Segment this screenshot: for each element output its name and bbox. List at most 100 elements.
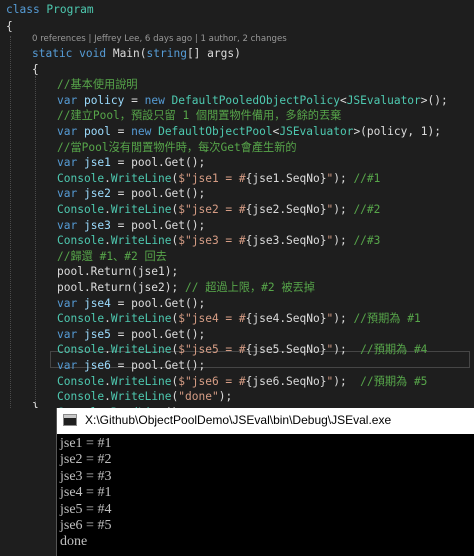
code-token: . bbox=[104, 343, 111, 357]
code-token: //當Pool沒有閒置物件時，每次Get會產生新的 bbox=[57, 140, 297, 154]
code-line[interactable]: //歸還 #1、#2 回去 bbox=[57, 249, 167, 265]
code-token: jse5 bbox=[83, 327, 111, 341]
code-token: //預期為 #1 bbox=[353, 312, 421, 326]
code-token: } bbox=[32, 401, 39, 408]
code-token: {jse5.SeqNo} bbox=[245, 343, 327, 357]
code-token: . bbox=[104, 171, 111, 185]
code-token: Console bbox=[57, 203, 105, 216]
code-token: pool bbox=[83, 125, 111, 138]
code-token: //預期為 #4 bbox=[360, 343, 428, 357]
code-token: class bbox=[6, 3, 47, 16]
code-token: < bbox=[339, 93, 347, 107]
code-token: $"jse6 = # bbox=[178, 374, 246, 388]
code-line[interactable]: var policy = new DefaultPooledObjectPoli… bbox=[57, 93, 448, 109]
code-token: var bbox=[57, 93, 84, 107]
code-line[interactable]: static void Main(string[] args) bbox=[32, 46, 241, 62]
code-token: . bbox=[104, 234, 111, 248]
code-line[interactable]: //基本使用說明 bbox=[57, 77, 138, 93]
code-token: pool.Return(jse1); bbox=[57, 265, 179, 279]
code-line[interactable]: { bbox=[6, 19, 13, 35]
code-token: Console bbox=[57, 374, 105, 388]
code-token: //歸還 #1、#2 回去 bbox=[57, 249, 167, 263]
code-token: new bbox=[144, 93, 172, 107]
codelens-info[interactable]: 0 references | Jeffrey Lee, 6 days ago |… bbox=[32, 32, 287, 46]
code-line[interactable]: var jse2 = pool.Get(); bbox=[57, 186, 205, 202]
code-token: [] args) bbox=[186, 47, 241, 60]
code-line[interactable]: Console.WriteLine($"jse5 = #{jse5.SeqNo}… bbox=[57, 342, 427, 358]
code-editor[interactable]: 0 references | Jeffrey Lee, 6 days ago |… bbox=[0, 0, 474, 408]
code-token: = pool.Get(); bbox=[110, 156, 206, 170]
code-token: var bbox=[57, 187, 84, 201]
code-line[interactable]: Console.WriteLine($"jse2 = #{jse2.SeqNo}… bbox=[57, 202, 380, 218]
code-token: . bbox=[104, 390, 111, 404]
code-token: . bbox=[104, 203, 111, 216]
code-token: $"jse3 = # bbox=[178, 234, 246, 248]
code-token: = pool.Get(); bbox=[110, 327, 206, 341]
code-line[interactable]: //建立Pool，預設只留 1 個閒置物件備用，多餘的丟棄 bbox=[57, 108, 341, 124]
code-token: Program bbox=[46, 3, 94, 16]
code-line[interactable]: var jse3 = pool.Get(); bbox=[57, 218, 205, 234]
code-line[interactable]: Console.WriteLine("done"); bbox=[57, 389, 232, 405]
code-token: >(); bbox=[420, 93, 448, 107]
code-line[interactable]: //當Pool沒有閒置物件時，每次Get會產生新的 bbox=[57, 140, 297, 156]
code-line[interactable]: class Program bbox=[6, 2, 94, 18]
code-token: //建立Pool，預設只留 1 個閒置物件備用，多餘的丟棄 bbox=[57, 109, 342, 123]
indent-guide bbox=[35, 76, 36, 408]
code-token: var bbox=[57, 359, 84, 372]
code-token: //預期為 #5 bbox=[360, 374, 428, 388]
code-line[interactable]: Console.WriteLine($"jse4 = #{jse4.SeqNo}… bbox=[57, 311, 421, 327]
code-token: = pool.Get(); bbox=[110, 296, 206, 310]
code-token: ); bbox=[333, 203, 354, 216]
console-output-line: jse5 = #4 bbox=[60, 501, 112, 517]
code-token: WriteLine bbox=[110, 374, 172, 388]
code-token: Console bbox=[57, 234, 105, 248]
code-token: {jse2.SeqNo} bbox=[245, 203, 327, 216]
code-line[interactable]: pool.Return(jse2); // 超過上限，#2 被丟掉 bbox=[57, 280, 315, 296]
code-token: var bbox=[57, 296, 84, 310]
code-token: JSEvaluator bbox=[346, 93, 421, 107]
code-token: jse1 bbox=[83, 156, 111, 170]
code-token: DefaultPooledObjectPolicy bbox=[171, 93, 340, 107]
code-token: WriteLine bbox=[110, 203, 172, 216]
code-token: = bbox=[110, 125, 132, 138]
code-line[interactable]: var jse6 = pool.Get(); bbox=[57, 358, 205, 374]
code-token: //基本使用說明 bbox=[57, 78, 138, 92]
console-output-line: jse4 = #1 bbox=[60, 485, 112, 501]
console-titlebar[interactable]: X:\Github\ObjectPoolDemo\JSEval\bin\Debu… bbox=[57, 408, 474, 434]
code-token: var bbox=[57, 327, 84, 341]
code-line[interactable]: Console.WriteLine($"jse3 = #{jse3.SeqNo}… bbox=[57, 233, 380, 249]
code-token: Console bbox=[57, 343, 105, 357]
code-line[interactable]: var jse1 = pool.Get(); bbox=[57, 155, 205, 171]
code-token: {jse6.SeqNo} bbox=[245, 374, 327, 388]
code-token: . bbox=[104, 312, 111, 326]
code-token: //#1 bbox=[353, 171, 381, 185]
code-token: jse3 bbox=[83, 218, 111, 232]
code-token: var bbox=[57, 156, 84, 170]
code-token: $"jse1 = # bbox=[178, 171, 246, 185]
console-window[interactable]: X:\Github\ObjectPoolDemo\JSEval\bin\Debu… bbox=[56, 408, 474, 556]
code-line[interactable]: pool.Return(jse1); bbox=[57, 264, 178, 280]
code-token: "done" bbox=[178, 390, 219, 404]
console-output-line: jse2 = #2 bbox=[60, 452, 112, 468]
code-token: ); bbox=[333, 171, 354, 185]
console-output-line: jse6 = #5 bbox=[60, 518, 112, 533]
code-token: DefaultObjectPool bbox=[158, 125, 273, 138]
code-token: //#3 bbox=[353, 234, 381, 248]
code-token: Console bbox=[57, 312, 105, 326]
console-output-line: jse3 = #3 bbox=[60, 468, 112, 484]
code-token: ); bbox=[333, 374, 361, 388]
code-line[interactable]: Console.WriteLine($"jse1 = #{jse1.SeqNo}… bbox=[57, 171, 380, 187]
code-token: ); bbox=[333, 343, 361, 357]
code-line[interactable]: Console.WriteLine($"jse6 = #{jse6.SeqNo}… bbox=[57, 374, 427, 390]
code-line[interactable]: var jse4 = pool.Get(); bbox=[57, 296, 205, 312]
code-line[interactable]: var pool = new DefaultObjectPool<JSEvalu… bbox=[57, 124, 441, 140]
code-token: pool.Return(jse2); bbox=[57, 281, 185, 294]
code-line[interactable]: } bbox=[32, 400, 39, 408]
code-token: >(policy, 1); bbox=[353, 125, 441, 138]
code-line[interactable]: var jse5 = pool.Get(); bbox=[57, 327, 205, 343]
console-title: X:\Github\ObjectPoolDemo\JSEval\bin\Debu… bbox=[85, 413, 392, 427]
code-token: Console bbox=[57, 171, 105, 185]
code-token: { bbox=[6, 20, 13, 33]
code-token: string bbox=[146, 47, 187, 60]
code-line[interactable]: { bbox=[32, 62, 39, 78]
